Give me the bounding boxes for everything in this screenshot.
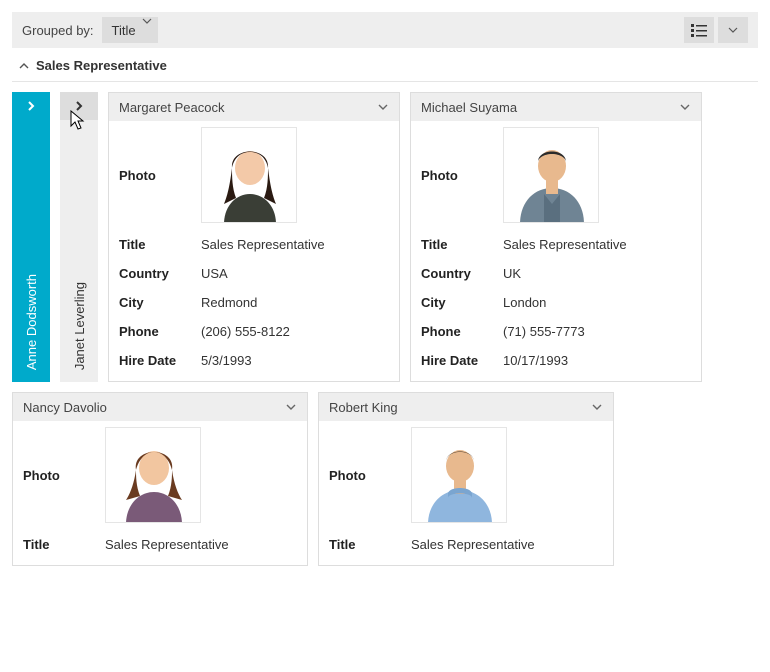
field-label: Phone [119,324,197,339]
card-name: Margaret Peacock [119,100,225,115]
field-value: Sales Representative [411,537,603,552]
field-label: Photo [329,468,407,483]
expand-button[interactable] [60,92,98,120]
chevron-up-icon [18,60,30,72]
employee-card: Nancy Davolio Photo Tit [12,392,308,566]
field-value: (71) 555-7773 [503,324,691,339]
employee-card: Robert King Photo Title [318,392,614,566]
field-value: Redmond [201,295,389,310]
employee-card: Michael Suyama Photo Ti [410,92,702,382]
field-label: Title [23,537,101,552]
chevron-down-icon [679,101,691,113]
chevron-down-icon [728,25,738,35]
chevron-down-icon [591,401,603,413]
field-label: Title [329,537,407,552]
card-header[interactable]: Michael Suyama [411,93,701,121]
groupby-value: Title [112,23,136,38]
employee-card: Margaret Peacock Photo [108,92,400,382]
group-header[interactable]: Sales Representative [12,48,758,82]
view-mode-dropdown[interactable] [718,17,748,43]
field-label: Phone [421,324,499,339]
chevron-right-icon [73,100,85,112]
collapsed-card[interactable]: Anne Dodsworth [12,92,50,382]
toolbar: Grouped by: Title [12,12,758,48]
collapsed-card-name: Janet Leverling [72,282,87,370]
expand-button[interactable] [12,92,50,120]
cursor-icon [70,110,86,132]
card-name: Nancy Davolio [23,400,107,415]
chevron-down-icon [285,401,297,413]
field-value: Sales Representative [503,237,691,252]
collapsed-card[interactable]: Janet Leverling [60,92,98,382]
collapsed-card-name: Anne Dodsworth [24,274,39,370]
chevron-right-icon [25,100,37,112]
field-value: USA [201,266,389,281]
field-label: Hire Date [119,353,197,368]
field-value: Sales Representative [105,537,297,552]
field-value: Sales Representative [201,237,389,252]
card-header[interactable]: Margaret Peacock [109,93,399,121]
field-label: Title [119,237,197,252]
field-label: Country [421,266,499,281]
field-label: Hire Date [421,353,499,368]
field-label: Photo [421,168,499,183]
field-label: Photo [119,168,197,183]
field-label: Title [421,237,499,252]
groupby-label: Grouped by: [22,23,94,38]
photo [201,127,297,223]
photo [411,427,507,523]
group-title: Sales Representative [36,58,167,73]
field-value: London [503,295,691,310]
card-name: Robert King [329,400,398,415]
field-label: City [421,295,499,310]
photo [503,127,599,223]
field-label: Photo [23,468,101,483]
view-mode-button[interactable] [684,17,714,43]
field-label: City [119,295,197,310]
field-value: 5/3/1993 [201,353,389,368]
card-header[interactable]: Robert King [319,393,613,421]
chevron-down-icon [142,16,152,26]
field-value: (206) 555-8122 [201,324,389,339]
groupby-select[interactable]: Title [102,17,158,43]
card-header[interactable]: Nancy Davolio [13,393,307,421]
chevron-down-icon [377,101,389,113]
card-name: Michael Suyama [421,100,517,115]
list-icon [691,23,707,37]
field-label: Country [119,266,197,281]
photo [105,427,201,523]
field-value: UK [503,266,691,281]
field-value: 10/17/1993 [503,353,691,368]
